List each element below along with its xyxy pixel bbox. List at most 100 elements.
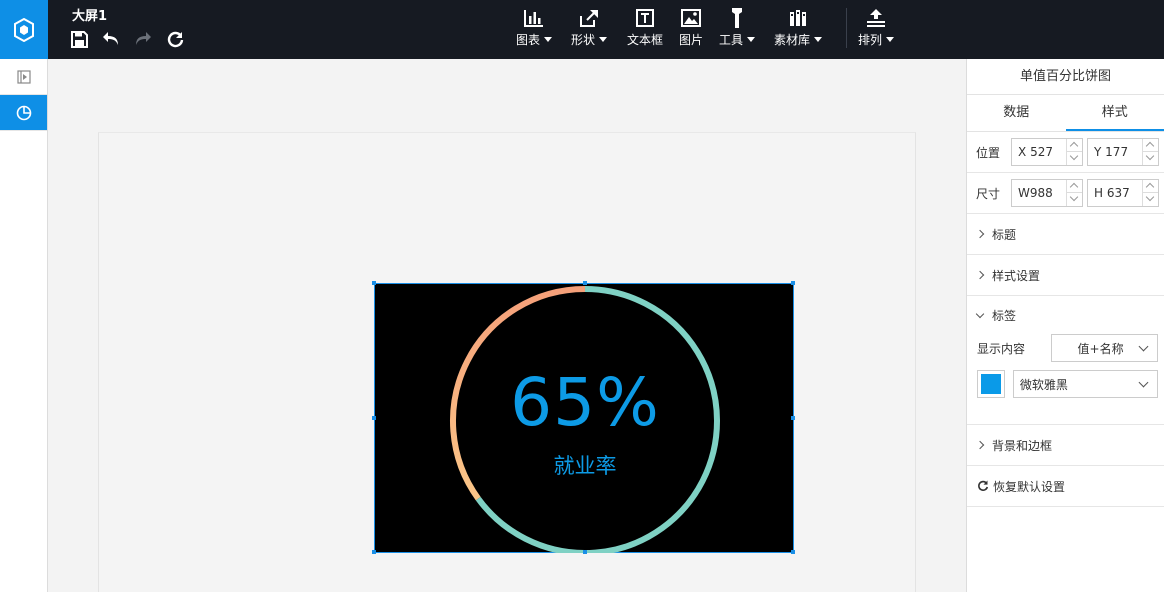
reset-defaults-label: 恢复默认设置 [993, 479, 1066, 494]
position-row: 位置 X 527 Y 177 [967, 132, 1164, 173]
section-labels-label: 标签 [992, 308, 1017, 323]
chevron-down-icon [975, 309, 985, 318]
section-title-label: 标题 [992, 227, 1017, 242]
panel-title: 单值百分比饼图 [967, 59, 1164, 95]
toolbar-arrange-button[interactable]: 排列 [858, 7, 895, 51]
chevron-right-icon [975, 270, 985, 280]
toolbar-shape-button[interactable]: 形状 [571, 7, 608, 51]
toolbar-textbox-label: 文本框 [627, 33, 664, 47]
resize-handle-nw[interactable] [372, 281, 376, 285]
position-label: 位置 [976, 145, 1001, 160]
display-content-row: 显示内容 值+名称 [977, 334, 1158, 362]
section-title[interactable]: 标题 [967, 214, 1164, 255]
resize-handle-s[interactable] [583, 550, 587, 554]
label-font-select[interactable]: 微软雅黑 [1012, 370, 1158, 398]
w-value: 988 [1029, 186, 1053, 200]
properties-panel: 单值百分比饼图 数据 样式 位置 X 527 Y 177 尺寸 W 988 H 6… [966, 59, 1164, 592]
chevron-right-icon [975, 440, 985, 450]
resize-handle-sw[interactable] [372, 550, 376, 554]
display-content-value: 值+名称 [1077, 341, 1124, 356]
section-style-settings[interactable]: 样式设置 [967, 255, 1164, 296]
app-logo-icon [14, 17, 34, 42]
top-toolbar: 大屏1 图表 形状 文本框 图片 工具 素材库 排列 [0, 0, 1164, 59]
left-sidebar [0, 59, 48, 592]
refresh-icon[interactable] [166, 29, 184, 49]
tool-icon [732, 8, 742, 28]
size-h-input[interactable]: H 637 [1087, 179, 1159, 207]
section-background-border[interactable]: 背景和边框 [967, 425, 1164, 466]
document-title: 大屏1 [72, 9, 108, 24]
resize-handle-se[interactable] [791, 550, 795, 554]
save-icon[interactable] [70, 29, 88, 49]
y-value: 177 [1105, 145, 1129, 159]
chevron-right-icon [975, 229, 985, 239]
toolbar-tool-label: 工具 [719, 33, 744, 47]
position-x-input[interactable]: X 527 [1011, 138, 1083, 166]
resize-handle-n[interactable] [583, 281, 587, 285]
resize-handle-e[interactable] [791, 416, 795, 420]
y-stepper[interactable] [1142, 139, 1158, 165]
percent-label: 就业率 [553, 454, 617, 478]
reset-icon [978, 480, 989, 491]
chevron-down-icon [814, 37, 823, 42]
section-style-settings-label: 样式设置 [992, 268, 1041, 283]
toolbar-library-button[interactable]: 素材库 [774, 7, 823, 51]
resize-handle-ne[interactable] [791, 281, 795, 285]
toolbar-shape-label: 形状 [571, 33, 596, 47]
quick-actions [70, 29, 184, 49]
toolbar-image-button[interactable]: 图片 [679, 7, 703, 51]
x-value: 527 [1030, 145, 1053, 159]
tab-style[interactable]: 样式 [1065, 95, 1164, 131]
undo-icon[interactable] [102, 29, 120, 49]
display-content-select[interactable]: 值+名称 [1050, 334, 1158, 362]
toolbar-tool-button[interactable]: 工具 [719, 7, 756, 51]
pie-chart-icon [16, 105, 31, 120]
w-stepper[interactable] [1066, 180, 1082, 206]
label-color-picker[interactable] [977, 370, 1005, 398]
chevron-down-icon [747, 37, 756, 42]
section-labels: 标签 显示内容 值+名称 微软雅黑 [967, 296, 1164, 425]
toolbar-chart-button[interactable]: 图表 [516, 7, 553, 51]
section-bg-border-label: 背景和边框 [992, 438, 1053, 453]
chevron-down-icon [1138, 377, 1149, 387]
percent-value: 65% [510, 364, 660, 441]
display-content-label: 显示内容 [977, 341, 1026, 356]
y-prefix: Y [1094, 145, 1102, 159]
h-prefix: H [1094, 186, 1104, 200]
size-w-input[interactable]: W 988 [1011, 179, 1083, 207]
textbox-icon [636, 9, 654, 27]
artboard[interactable]: 65% 就业率 [98, 132, 916, 592]
percent-pie-widget[interactable]: 65% 就业率 [372, 281, 795, 554]
x-prefix: X [1018, 145, 1027, 159]
section-labels-header[interactable]: 标签 [975, 296, 1158, 334]
shape-icon [580, 10, 598, 27]
app-logo[interactable] [0, 0, 48, 59]
resize-handle-w[interactable] [372, 416, 376, 420]
sidebar-item-pie-chart[interactable] [0, 95, 47, 131]
bar-chart-icon [524, 10, 543, 27]
library-icon [790, 10, 806, 26]
toolbar-image-label: 图片 [679, 33, 704, 47]
chevron-down-icon [1138, 341, 1149, 351]
size-row: 尺寸 W 988 H 637 [967, 173, 1164, 214]
h-stepper[interactable] [1142, 180, 1158, 206]
label-font-value: 微软雅黑 [1019, 377, 1068, 392]
chevron-down-icon [544, 37, 553, 42]
x-stepper[interactable] [1066, 139, 1082, 165]
tab-data[interactable]: 数据 [967, 95, 1066, 131]
canvas-workspace[interactable]: 65% 就业率 [48, 59, 966, 592]
reset-defaults-button[interactable]: 恢复默认设置 [967, 466, 1164, 507]
chevron-down-icon [599, 37, 608, 42]
panel-tabs: 数据 样式 [967, 95, 1164, 132]
toolbar-separator [846, 8, 847, 48]
toolbar-library-label: 素材库 [774, 33, 811, 47]
redo-icon[interactable] [134, 29, 152, 49]
sidebar-item-layers[interactable] [0, 59, 47, 95]
panel-toggle-icon [16, 69, 31, 84]
label-font-row: 微软雅黑 [977, 370, 1158, 398]
size-label: 尺寸 [976, 186, 1001, 201]
toolbar-arrange-label: 排列 [858, 33, 883, 47]
chevron-down-icon [886, 37, 895, 42]
position-y-input[interactable]: Y 177 [1087, 138, 1159, 166]
toolbar-textbox-button[interactable]: 文本框 [627, 7, 663, 51]
